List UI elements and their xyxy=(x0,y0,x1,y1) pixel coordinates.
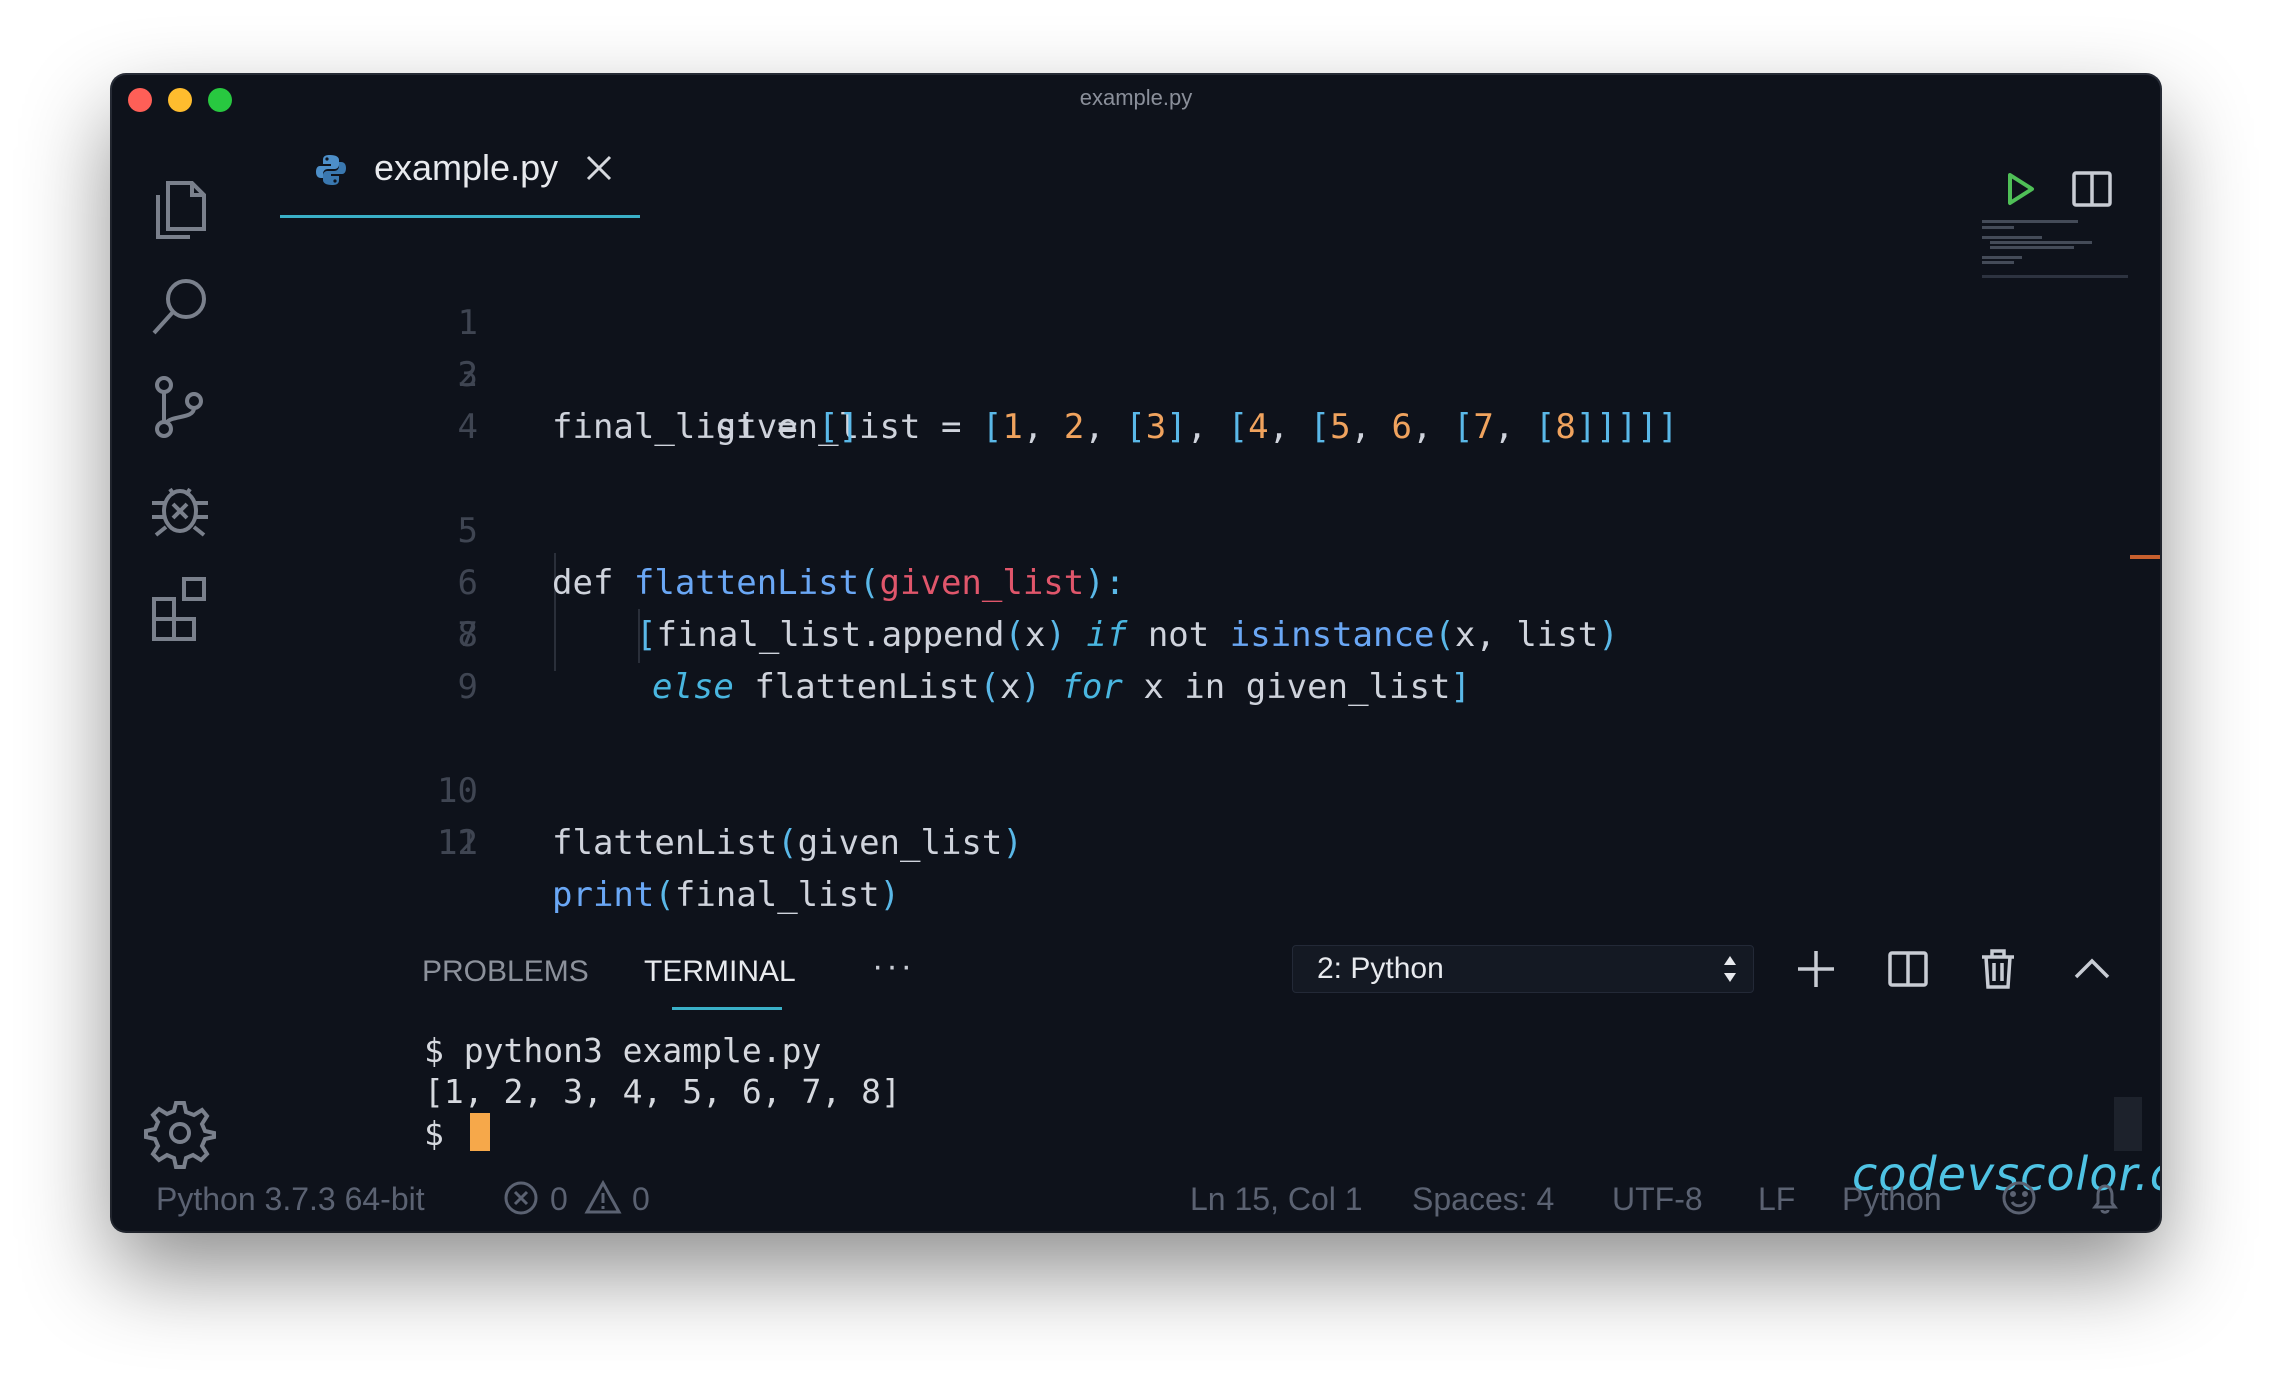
extensions-icon[interactable] xyxy=(142,569,218,645)
split-terminal-icon[interactable] xyxy=(1884,945,1932,993)
trash-icon[interactable] xyxy=(1974,945,2022,993)
code-line-8: 8 xyxy=(457,615,478,655)
terminal-select-value: 2: Python xyxy=(1317,952,1444,985)
bottom-panel: PROBLEMS TERMINAL ··· 2: Python $ python… xyxy=(252,915,2160,1201)
bell-icon[interactable] xyxy=(2086,1179,2124,1217)
code-line-1: 1 given_list = [1, 2, [3], [4, [5, 6, [7… xyxy=(457,303,1679,447)
activity-bar xyxy=(112,117,252,1231)
more-icon[interactable] xyxy=(2156,165,2160,213)
active-tab-indicator xyxy=(672,1007,782,1010)
gear-icon[interactable] xyxy=(142,1095,218,1171)
terminal-prompt[interactable]: $ xyxy=(424,1113,490,1153)
tab-problems[interactable]: PROBLEMS xyxy=(422,955,589,989)
terminal-scrollbar[interactable] xyxy=(2114,1097,2142,1151)
title-bar: example.py xyxy=(112,75,2160,117)
files-icon[interactable] xyxy=(142,169,218,245)
python-interpreter[interactable]: Python 3.7.3 64-bit xyxy=(156,1181,425,1218)
scroll-position-marker xyxy=(2130,555,2160,559)
code-line-2: 2 final_list = [] xyxy=(457,355,860,447)
source-control-icon[interactable] xyxy=(142,369,218,445)
minimap[interactable] xyxy=(1982,220,2132,280)
python-icon xyxy=(314,153,348,187)
terminal-cursor xyxy=(469,1113,490,1151)
warning-count[interactable]: 0 xyxy=(632,1181,650,1218)
code-line-9: 9 xyxy=(457,667,478,707)
error-count[interactable]: 0 xyxy=(550,1181,568,1218)
close-icon[interactable] xyxy=(584,153,614,183)
select-arrows-icon xyxy=(1721,952,1739,986)
code-line-6: 6 [final_list.append(x) if not isinstanc… xyxy=(457,563,1619,655)
tab-terminal[interactable]: TERMINAL xyxy=(644,955,796,989)
split-editor-icon[interactable] xyxy=(2068,165,2116,213)
terminal-select[interactable]: 2: Python xyxy=(1292,945,1754,993)
add-icon[interactable] xyxy=(1792,945,1840,993)
status-bar: Python 3.7.3 64-bit 0 0 Ln 15, Col 1 Spa… xyxy=(112,1163,2160,1231)
code-line-3: 3 xyxy=(457,355,478,395)
language-mode[interactable]: Python xyxy=(1842,1181,1942,1218)
tab-label: example.py xyxy=(374,147,559,188)
end-of-line[interactable]: LF xyxy=(1758,1181,1795,1218)
smiley-icon[interactable] xyxy=(2000,1179,2038,1217)
cursor-position[interactable]: Ln 15, Col 1 xyxy=(1190,1181,1363,1218)
tab-bar: example.py xyxy=(252,117,2160,218)
terminal-line-1: $ python3 example.py xyxy=(424,1031,822,1070)
encoding[interactable]: UTF-8 xyxy=(1612,1181,1703,1218)
indentation[interactable]: Spaces: 4 xyxy=(1412,1181,1554,1218)
window-title: example.py xyxy=(1079,85,1193,110)
panel-more-icon[interactable]: ··· xyxy=(872,947,915,986)
code-line-11: 11 print(final_list) xyxy=(437,823,901,915)
terminal-line-2: [1, 2, 3, 4, 5, 6, 7, 8] xyxy=(424,1072,901,1111)
run-icon[interactable] xyxy=(1996,165,2044,213)
chevron-up-icon[interactable] xyxy=(2068,945,2116,993)
editor-window: example.py example.py 1 given_list = [1,… xyxy=(112,75,2160,1231)
code-line-10: 10 flattenList(given_list) xyxy=(437,771,1023,863)
error-icon xyxy=(502,1179,540,1217)
code-line-5: 5 def flattenList(given_list): xyxy=(457,511,1126,603)
debug-icon[interactable] xyxy=(142,469,218,545)
code-editor[interactable]: 1 given_list = [1, 2, [3], [4, [5, 6, [7… xyxy=(252,225,2062,915)
code-line-7: 7 else flattenList(x) for x in given_lis… xyxy=(457,615,1471,707)
warning-icon xyxy=(584,1179,622,1217)
search-icon[interactable] xyxy=(142,269,218,345)
code-line-12: 12 xyxy=(437,823,478,863)
code-line-4: 4 xyxy=(457,407,478,447)
tab-example-py[interactable]: example.py xyxy=(280,117,640,218)
